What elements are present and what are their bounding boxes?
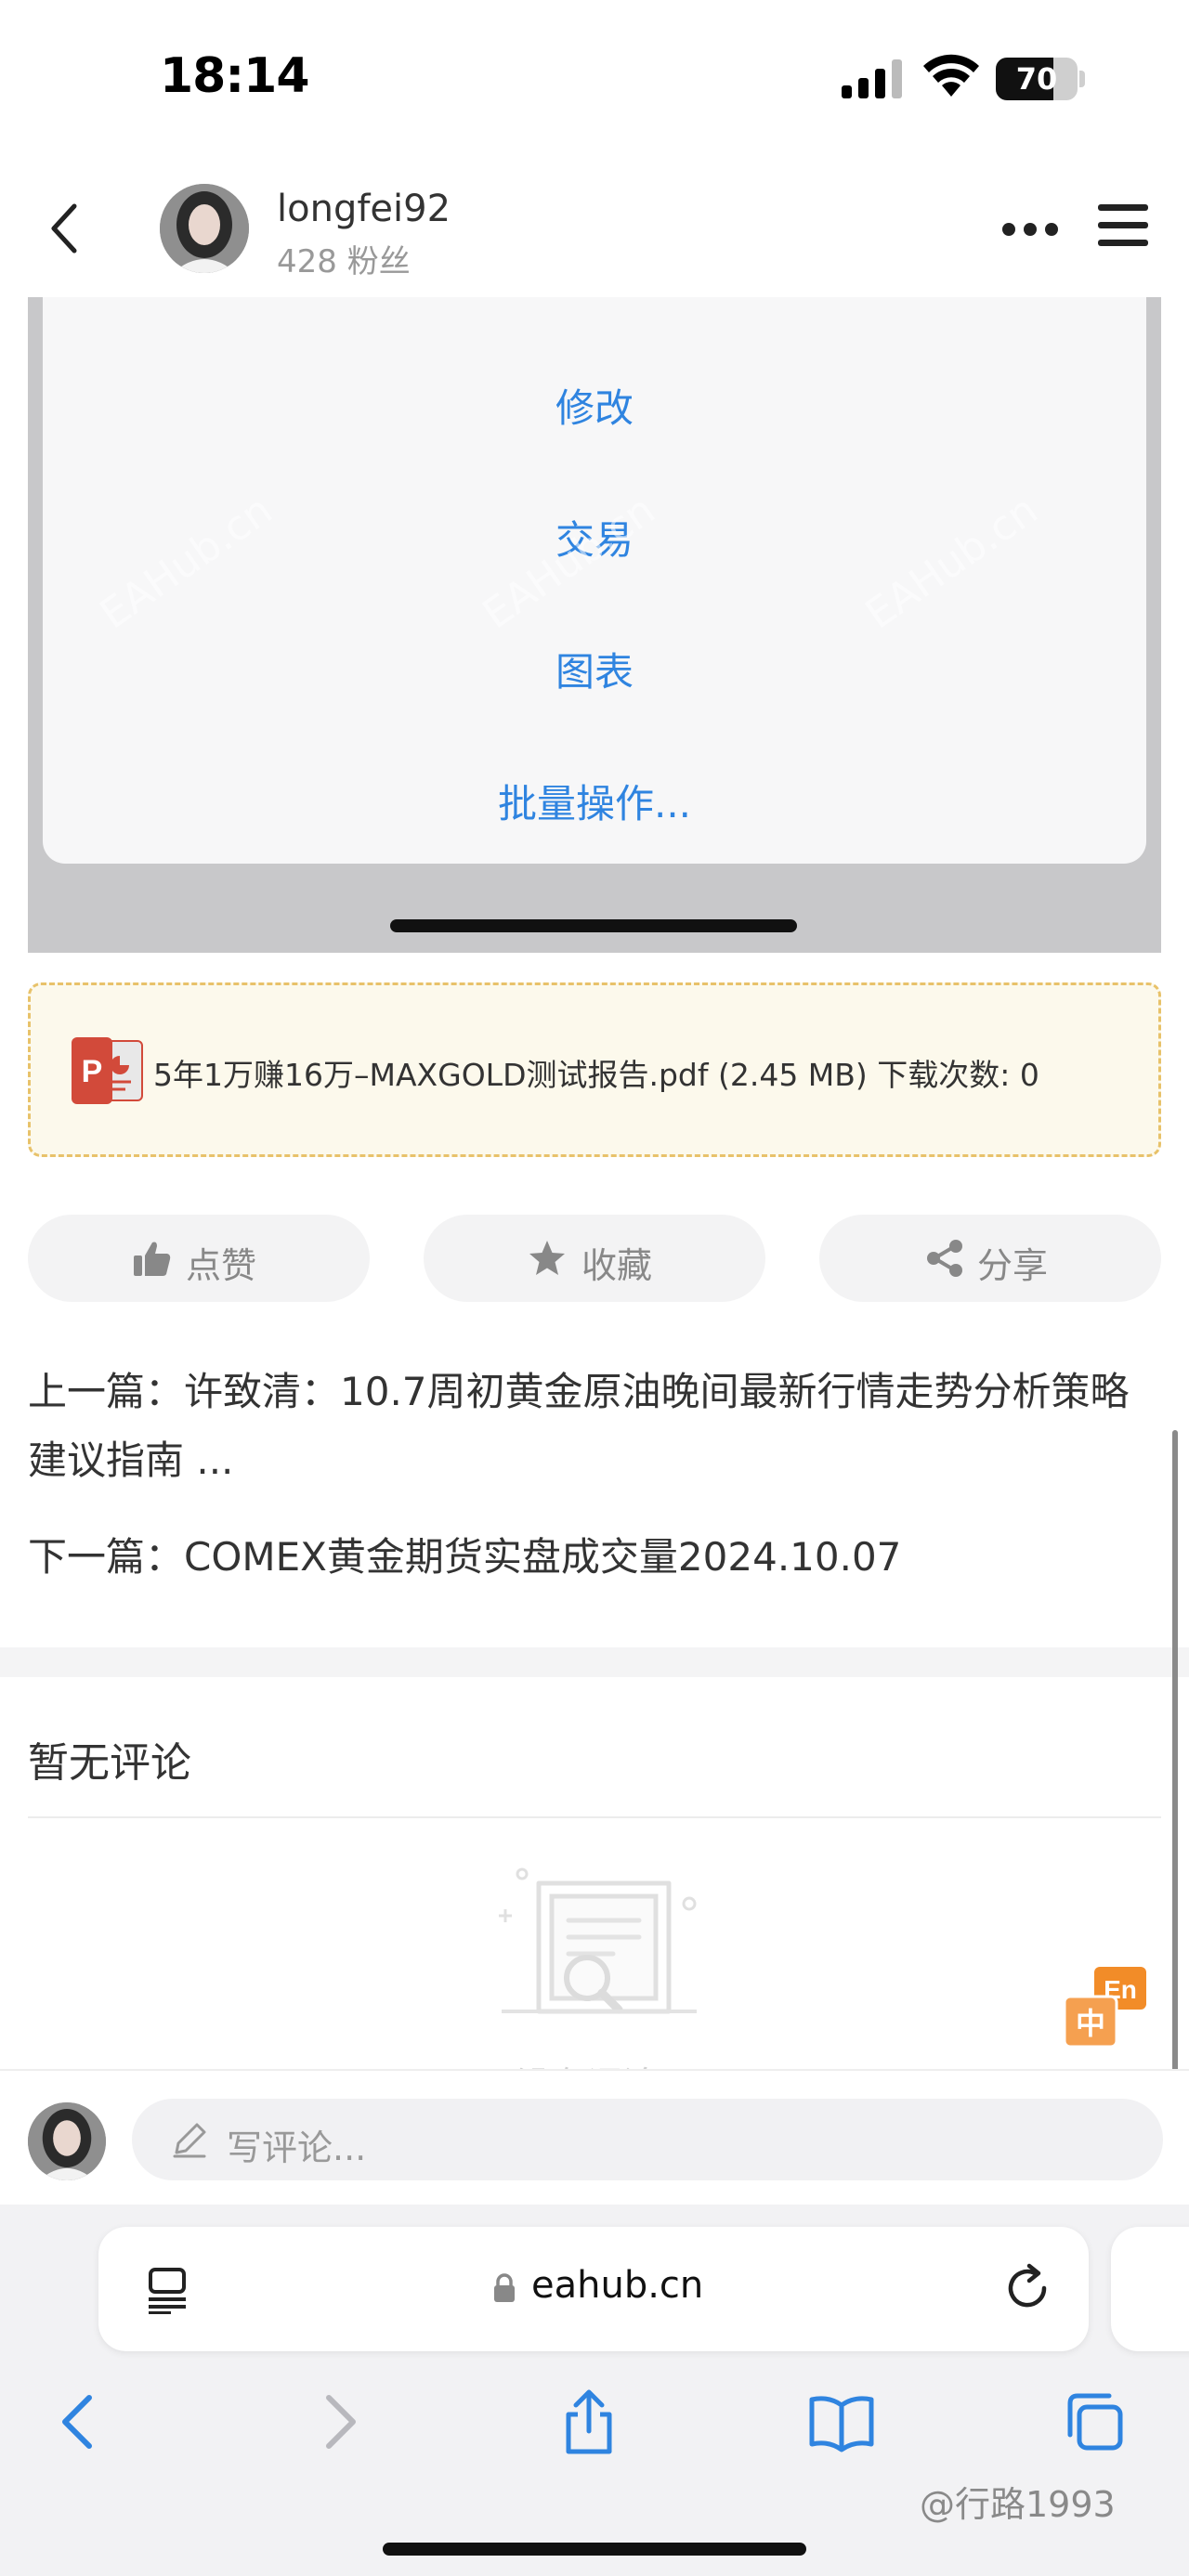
home-indicator <box>390 919 797 932</box>
menu-item-modify: 修改 <box>555 385 634 431</box>
like-button[interactable]: 点赞 <box>28 1215 370 1302</box>
scrollbar[interactable] <box>1172 1430 1178 2173</box>
favorite-button[interactable]: 收藏 <box>424 1215 765 1302</box>
powerpoint-icon: P <box>72 1037 143 1104</box>
share-label: 分享 <box>977 1245 1049 1286</box>
reader-mode-icon[interactable] <box>145 2266 189 2314</box>
more-icon[interactable] <box>1001 215 1059 243</box>
reload-icon[interactable] <box>1000 2260 1055 2316</box>
prev-article-link[interactable]: 上一篇：许致清：10.7周初黄金原油晚间最新行情走势分析策略建议指南 ... <box>28 1358 1161 1495</box>
comment-input[interactable]: 写评论... <box>132 2099 1163 2180</box>
favorite-label: 收藏 <box>581 1245 653 1286</box>
share-button[interactable]: 分享 <box>819 1215 1161 1302</box>
share-icon[interactable] <box>555 2388 622 2455</box>
status-time: 18:14 <box>160 48 310 104</box>
attachment-name[interactable]: 5年1万赚16万–MAXGOLD测试报告.pdf (2.45 MB) 下载次数:… <box>153 1050 1039 1095</box>
translate-icon[interactable]: En 中 <box>1063 1965 1150 2050</box>
back-icon[interactable] <box>46 2388 113 2455</box>
status-bar: 18:14 70 <box>0 0 1189 158</box>
wifi-icon <box>923 54 979 97</box>
lock-icon <box>494 2273 515 2302</box>
empty-comments-illustration <box>499 1867 697 2014</box>
back-icon[interactable] <box>46 201 84 256</box>
url-domain[interactable]: eahub.cn <box>531 2264 703 2307</box>
avatar[interactable] <box>160 184 249 273</box>
next-tab-preview[interactable] <box>1111 2227 1189 2351</box>
action-sheet: 修改 交易 图表 批量操作... <box>43 297 1146 864</box>
forward-icon[interactable] <box>305 2388 372 2455</box>
section-divider <box>0 1647 1189 1677</box>
pencil-icon <box>173 2123 206 2158</box>
attachment-box[interactable]: P 5年1万赚16万–MAXGOLD测试报告.pdf (2.45 MB) 下载次… <box>28 982 1161 1157</box>
address-bar[interactable]: eahub.cn <box>98 2227 1089 2351</box>
thumbs-up-icon <box>134 1242 171 1276</box>
divider <box>28 1816 1161 1818</box>
svg-text:中: 中 <box>1076 2006 1105 2041</box>
cellular-signal-icon <box>842 59 902 98</box>
browser-toolbar: eahub.cn @行路1993 <box>0 2205 1189 2576</box>
home-indicator <box>383 2543 806 2556</box>
battery-icon: 70 <box>996 58 1085 100</box>
battery-level: 70 <box>1015 61 1058 97</box>
tabs-icon[interactable] <box>1061 2388 1128 2455</box>
like-label: 点赞 <box>186 1245 257 1286</box>
menu-icon[interactable] <box>1096 202 1150 249</box>
share-icon <box>927 1240 962 1277</box>
svg-text:P: P <box>82 1054 103 1089</box>
profile-header: longfei92 428 粉丝 <box>0 167 1189 297</box>
star-icon <box>529 1241 565 1275</box>
username[interactable]: longfei92 <box>277 188 451 230</box>
embedded-screenshot: 修改 交易 图表 批量操作... EAHub.cn EAHub.cn EAHub… <box>28 297 1161 953</box>
menu-item-batch: 批量操作... <box>497 781 692 826</box>
follower-count: 428 粉丝 <box>277 243 411 280</box>
comment-bar: 写评论... <box>0 2069 1189 2205</box>
menu-item-chart: 图表 <box>555 649 634 695</box>
bookmarks-icon[interactable] <box>808 2388 875 2455</box>
comments-title: 暂无评论 <box>28 1739 191 1787</box>
watermark-credit: @行路1993 <box>920 2484 1116 2525</box>
avatar <box>28 2102 106 2180</box>
next-article-link[interactable]: 下一篇：COMEX黄金期货实盘成交量2024.10.07 <box>28 1523 1161 1592</box>
comment-placeholder: 写评论... <box>227 2127 367 2168</box>
